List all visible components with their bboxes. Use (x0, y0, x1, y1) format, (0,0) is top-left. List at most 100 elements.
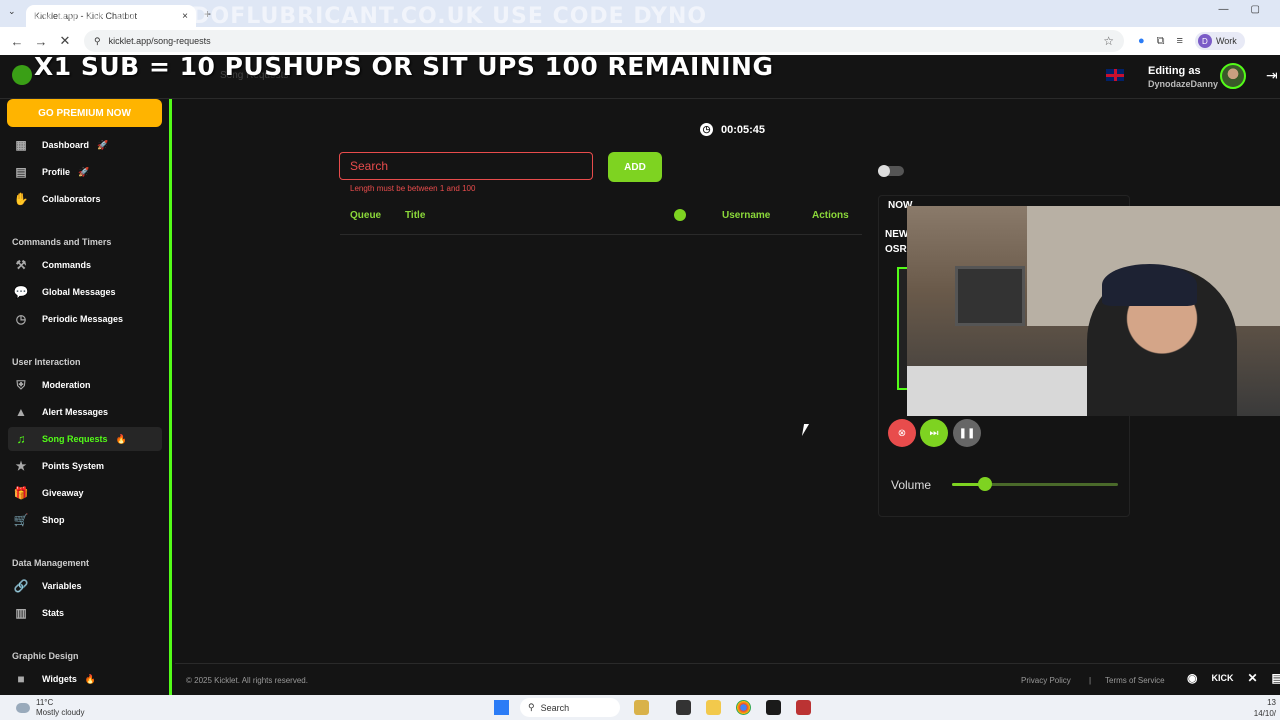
star-icon: ★ (15, 459, 27, 473)
editing-username: DynodazeDanny (1148, 79, 1219, 89)
music-icon: ♫ (16, 432, 26, 446)
sidebar-item-stats[interactable]: ▥ Stats (8, 601, 162, 625)
search-error-message: Length must be between 1 and 100 (350, 184, 476, 193)
windows-start-icon[interactable] (494, 700, 509, 715)
pause-icon: ❚❚ (958, 427, 976, 439)
timer-value: 00:05:45 (721, 123, 766, 136)
user-avatar[interactable] (1220, 63, 1246, 89)
toggle-knob (878, 165, 890, 177)
sidebar-item-periodic-messages[interactable]: ◷ Periodic Messages (8, 307, 162, 331)
forward-icon[interactable]: → (34, 34, 48, 49)
sidebar-item-label: Collaborators (42, 194, 101, 204)
clock-time: 13 (1267, 698, 1276, 707)
sidebar-item-label: Alert Messages (42, 407, 109, 417)
kicklet-logo[interactable] (12, 65, 32, 85)
extension-icon[interactable]: ● (1138, 35, 1145, 47)
runelite-icon[interactable] (796, 700, 811, 715)
url-text: kicklet.app/song-requests (108, 36, 211, 46)
sidebar-item-profile[interactable]: ▤ Profile 🚀 (8, 160, 162, 184)
column-username: Username (722, 210, 771, 221)
sidebar-item-label: Variables (42, 581, 82, 591)
widgets-icon: ■ (17, 672, 25, 686)
puzzle-icon[interactable]: ⧉ (1157, 35, 1165, 48)
sidebar-item-widgets[interactable]: ■ Widgets 🔥 (8, 667, 162, 691)
file-explorer-icon[interactable] (706, 700, 721, 715)
x-icon[interactable]: ✕ (1247, 671, 1257, 685)
uk-flag-icon[interactable] (1106, 69, 1124, 81)
sponsor-banner: WWW.WORLDOFLUBRICANT.CO.UK USE CODE DYNO (30, 4, 708, 29)
privacy-policy-link[interactable]: Privacy Policy (1021, 676, 1071, 685)
sidebar-item-points-system[interactable]: ★ Points System (8, 454, 162, 478)
sidebar-item-moderation[interactable]: ⛨ Moderation (8, 373, 162, 397)
sidebar-item-label: Song Requests (42, 434, 108, 444)
widgets-app-icon[interactable] (634, 700, 649, 715)
chrome-icon[interactable] (736, 700, 751, 715)
sidebar-item-giveaway[interactable]: 🎁 Giveaway (8, 481, 162, 505)
link-icon: 🔗 (13, 579, 29, 593)
site-info-icon[interactable]: ⚲ (94, 36, 101, 47)
stop-icon: ⊗ (897, 427, 907, 439)
address-bar[interactable]: ⚲ kicklet.app/song-requests ☆ (84, 30, 1124, 52)
sidebar-item-label: Periodic Messages (42, 314, 124, 324)
tab-list-icon[interactable]: ⌄ (8, 6, 16, 17)
sidebar-item-commands[interactable]: ⚒ Commands (8, 253, 162, 277)
profile-button[interactable]: D Work (1194, 32, 1245, 50)
sidebar-item-shop[interactable]: 🛒 Shop (8, 508, 162, 532)
system-clock[interactable]: 13 14/10/ (1254, 697, 1276, 719)
logout-icon[interactable]: ⇥ (1266, 67, 1278, 84)
sidebar: GO PREMIUM NOW ▦ Dashboard 🚀 ▤ Profile 🚀 ✋ Co… (0, 99, 172, 695)
reload-icon[interactable]: ✕ (58, 33, 72, 49)
kick-app-icon[interactable] (766, 700, 781, 715)
fire-badge-icon: 🔥 (115, 433, 127, 444)
chat-icon: 💬 (13, 285, 29, 299)
request-timer: ◷ 00:05:45 (700, 123, 765, 136)
skip-button[interactable]: ⏭ (920, 419, 948, 447)
sidebar-item-global-messages[interactable]: 💬 Global Messages (8, 280, 162, 304)
sidebar-item-song-requests[interactable]: ♫ Song Requests 🔥 (8, 427, 162, 451)
now-playing-title: NEW OSR (885, 227, 908, 257)
temperature: 11°C (36, 698, 54, 707)
column-title: Title (405, 210, 426, 221)
bookmark-star-icon[interactable]: ☆ (1103, 34, 1114, 48)
weather-widget[interactable]: 11°C Mostly cloudy (16, 698, 84, 718)
go-premium-button[interactable]: GO PREMIUM NOW (7, 99, 162, 127)
discord-icon[interactable]: ◉ (1187, 671, 1197, 685)
media-icon[interactable]: ≡ (1177, 35, 1183, 47)
sidebar-item-label: Stats (42, 608, 65, 618)
sidebar-item-label: Global Messages (42, 287, 116, 297)
maximize-icon[interactable]: ▢ (1251, 4, 1260, 15)
column-actions: Actions (812, 210, 849, 221)
song-search-input[interactable] (339, 152, 593, 180)
taskbar-search[interactable]: ⚲ Search (520, 698, 620, 717)
duration-clock-icon (674, 209, 686, 221)
gift-icon: 🎁 (13, 486, 29, 500)
back-icon[interactable]: ← (10, 34, 24, 49)
add-song-button[interactable]: ADD (608, 152, 662, 182)
player-toggle[interactable] (878, 165, 904, 177)
terms-of-service-link[interactable]: Terms of Service (1105, 676, 1165, 685)
kick-link[interactable]: KICK (1211, 673, 1233, 685)
document-icon[interactable]: ▤ (1272, 671, 1280, 685)
commands-icon: ⚒ (15, 258, 27, 272)
minimize-icon[interactable]: — (1219, 4, 1229, 15)
section-data-management: Data Management (12, 558, 90, 568)
search-icon: ⚲ (528, 702, 535, 712)
cart-icon: 🛒 (13, 513, 29, 527)
queue-table-header: Queue Title Username Actions (340, 207, 862, 235)
stop-button[interactable]: ⊗ (888, 419, 916, 447)
weather-text: Mostly cloudy (36, 708, 85, 717)
alert-icon: ▲ (15, 405, 27, 419)
task-view-icon[interactable] (676, 700, 691, 715)
stats-icon: ▥ (15, 606, 27, 620)
webcam-desk (907, 366, 1107, 416)
pause-button[interactable]: ❚❚ (953, 419, 981, 447)
sidebar-item-alert-messages[interactable]: ▲ Alert Messages (8, 400, 162, 424)
sidebar-item-dashboard[interactable]: ▦ Dashboard 🚀 (8, 133, 162, 157)
sidebar-item-label: Widgets (42, 674, 77, 684)
browser-toolbar: ← → ✕ ⚲ kicklet.app/song-requests ☆ ● ⧉ … (0, 27, 1280, 55)
sidebar-item-collaborators[interactable]: ✋ Collaborators (8, 187, 162, 211)
volume-slider[interactable] (952, 477, 1118, 491)
windows-taskbar: 11°C Mostly cloudy ⚲ Search 13 14/10/ (0, 695, 1280, 720)
rocket-badge-icon: 🚀 (78, 166, 90, 177)
sidebar-item-variables[interactable]: 🔗 Variables (8, 574, 162, 598)
